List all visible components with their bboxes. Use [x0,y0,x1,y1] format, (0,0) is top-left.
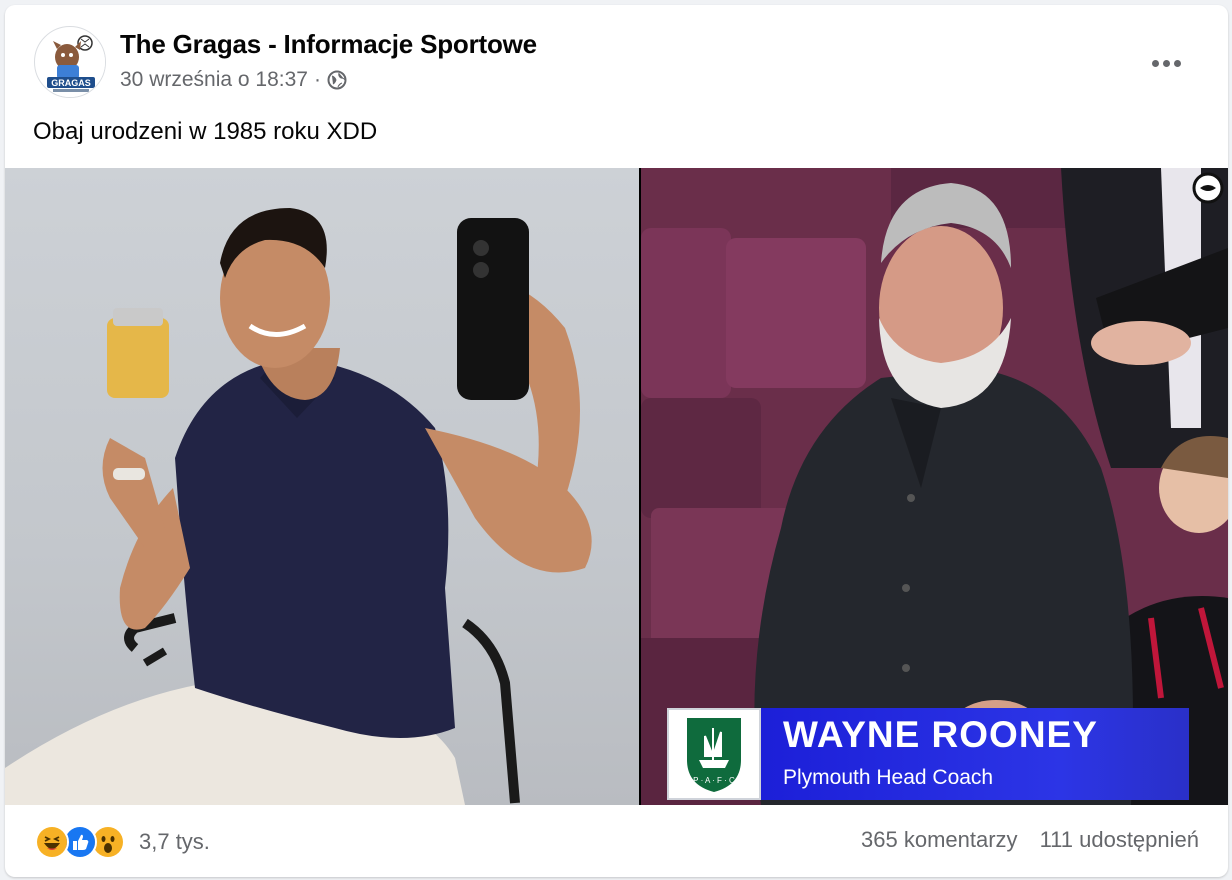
page-name-link[interactable]: The Gragas - Informacje Sportowe [120,29,537,60]
reaction-count: 3,7 tys. [139,829,210,854]
shares-count-link[interactable]: 111 udostępnień [1040,827,1199,853]
logo-text: GRAGAS [51,78,91,88]
post-timestamp-link[interactable]: 30 września o 18:37 [120,68,308,92]
crest-text: P · A · F · C [693,776,735,785]
reactions-summary[interactable]: 3,7 tys. [35,825,210,859]
more-options-icon [1151,59,1181,67]
ronaldo-illustration [5,208,592,805]
post-image[interactable]: P · A · F · C WAYNE ROONEY Plymouth Head… [5,168,1228,805]
meta-separator: · [313,68,321,91]
globe-icon[interactable] [327,70,347,90]
lower-third-banner: WAYNE ROONEY Plymouth Head Coach [761,708,1189,800]
rooney-photo: P · A · F · C WAYNE ROONEY Plymouth Head… [641,168,1228,805]
gragas-logo-icon: GRAGAS [36,28,105,97]
lower-third-name: WAYNE ROONEY [783,714,1098,755]
post-meta: 30 września o 18:37 · [120,68,347,92]
haha-icon [35,825,69,859]
post-card: GRAGAS The Gragas - Informacje Sportowe … [5,5,1228,877]
page-avatar[interactable]: GRAGAS [34,26,106,98]
lower-third-role: Plymouth Head Coach [783,766,994,789]
plymouth-crest-icon: P · A · F · C [667,708,761,800]
post-text: Obaj urodzeni w 1985 roku XDD [33,118,378,145]
tv-lower-third: P · A · F · C WAYNE ROONEY Plymouth Head… [667,708,1189,800]
more-options-button[interactable] [1142,39,1190,87]
ronaldo-photo [5,168,639,805]
engagement-counts: 365 komentarzy 111 udostępnień [861,827,1199,853]
comments-count-link[interactable]: 365 komentarzy [861,827,1018,853]
